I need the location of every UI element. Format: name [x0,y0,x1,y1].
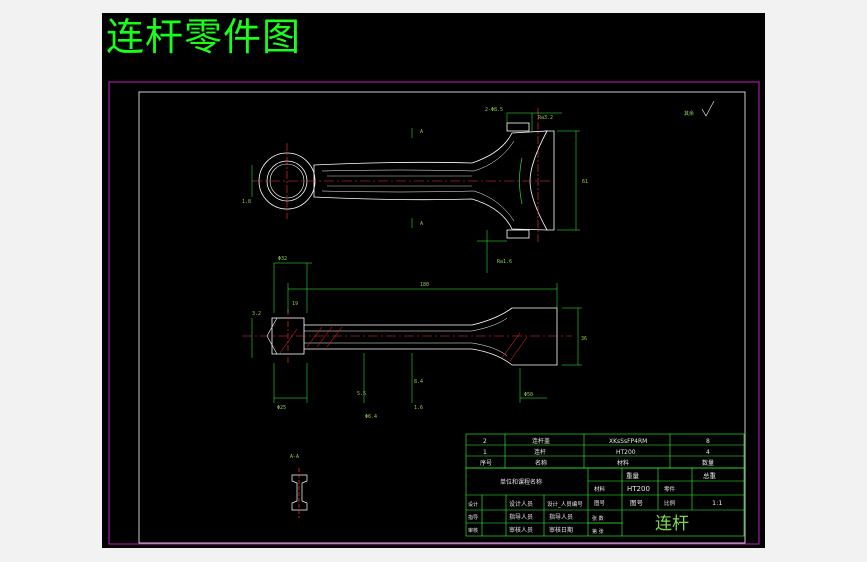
bom-row-name: 连杆 [534,448,546,456]
review-label: 审核人员 [509,526,533,534]
bom-row-material: 8 [706,438,710,445]
bom-header-material: 材料 [617,459,629,467]
drawing-canvas: 连杆零件图 2-Φ8.5 Ra3.2 61 Φ32 180 36 19 Φ25 … [102,13,765,548]
dim-width-right: 36 [581,336,587,342]
review-value: 审核日期 [549,526,573,534]
section-a-bottom: A [420,221,423,227]
bom-row-no: 2 [483,438,487,445]
bom-row-material: 4 [706,449,710,456]
design-short: 设计 [468,501,478,508]
sheet-count: 张 数 [592,515,604,522]
bom-header-no: 序号 [480,459,492,467]
dim-shaft: Φ25 [277,405,286,411]
dim-chamfer: 1.8 [242,199,251,205]
dim-ra-top: Ra3.2 [538,115,553,121]
dim-mid-4: 8.4 [414,379,423,385]
designer-label: 设计人员 [509,500,533,508]
cad-drawing: 2-Φ8.5 Ra3.2 61 Φ32 180 36 19 Φ25 5.5 Φ6… [108,81,760,545]
bom-row-code: XKsSsFP4RM [609,438,647,445]
section-a-top: A [420,129,423,135]
bom-header-qty: 数量 [702,459,714,467]
total-weight-label: 总重 [703,471,717,480]
dim-height-right: 61 [582,179,588,185]
top-dims [251,112,580,273]
designer-value: 设计_人员编号 [547,500,583,508]
bom-row-no: 1 [483,449,487,456]
part-label: 零件 [664,485,676,493]
part-name: 连杆 [655,514,689,534]
guide-short: 指导 [468,514,478,521]
top-view [258,122,555,239]
dim-bottom: Φ50 [524,392,533,398]
dim-ra-left: 3.2 [252,311,261,317]
dim-top-holes: 2-Φ8.5 [485,107,503,113]
bom-row-code: HT200 [616,449,636,456]
company-name: 单位和课程名称 [500,478,542,486]
guide-value: 指导人员 [549,513,573,521]
dim-mid-1: 5.5 [357,391,366,397]
dim-small-diameter: Φ32 [278,256,287,262]
guide-label: 指导人员 [509,513,533,521]
front-center-lines [242,309,572,363]
dim-small-height: 19 [292,301,298,307]
roughness-symbol [701,100,715,117]
bom-header-name: 名称 [535,459,547,467]
other-label: 其余 [684,110,694,117]
drawing-label: 图号 [630,499,644,507]
dim-mid-3: 1.6 [414,405,423,411]
scale-label: 比例 [664,499,676,507]
section-label: A-A [290,454,299,460]
material-label: 材料 [594,485,606,493]
dim-total-length: 180 [420,282,429,288]
section-aa [291,468,308,518]
section-hatch [279,326,528,362]
drawing-no-label: 图号 [594,499,606,507]
outer-frame [108,81,760,545]
sheet-number: 第 张 [592,528,604,535]
scale-value: 1:1 [712,499,722,507]
review-short: 审核 [468,527,478,534]
material-value: HT200 [627,485,650,493]
dim-mid-2: Φ6.4 [365,414,377,420]
inner-frame [138,91,746,544]
weight-label: 重量 [626,472,640,480]
bom-row-name: 连杆盖 [532,437,550,445]
dim-ra-small: Ra1.6 [497,259,512,265]
